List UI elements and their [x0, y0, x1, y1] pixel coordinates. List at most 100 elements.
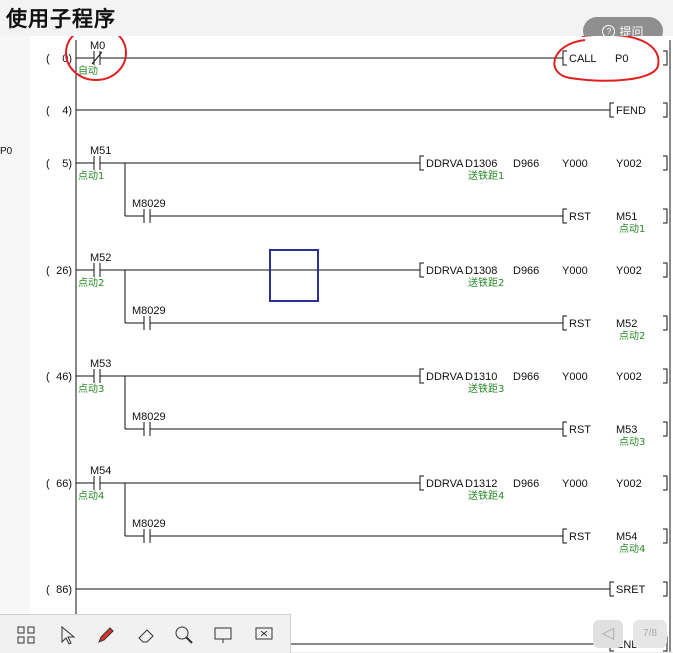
header-bar: 使用子程序 ? 提问 [0, 0, 673, 45]
rung-46-instr-bracket-left [419, 368, 424, 384]
search-icon[interactable] [172, 623, 196, 647]
rung-26-instr-bracket-right [663, 262, 668, 278]
rung-5-instr-operand-2: D966 [513, 158, 539, 170]
rung-26-reset-target-comment: 点动2 [619, 330, 645, 342]
rung-66-instr-operand-4: Y002 [616, 478, 642, 490]
rung-4-step-number: 4) [62, 105, 72, 117]
rung-66-instr-operand-2: D966 [513, 478, 539, 490]
prev-page-button[interactable]: ◁ [593, 620, 623, 648]
presentation-icon[interactable] [252, 623, 276, 647]
rung-26-reset-instr-bracket-right [663, 315, 668, 331]
rung-5-instr-operand-0: DDRVA [426, 158, 464, 170]
rung-86-instr-bracket-left [609, 581, 614, 597]
rung-5-reset-target: M51 [616, 211, 637, 223]
rung-0-instr-op: CALL [569, 53, 597, 65]
rung-4-instr-bracket-left [609, 102, 614, 118]
rung-66-reset-target-comment: 点动4 [619, 543, 645, 555]
rung-5-instr-bracket-left [419, 155, 424, 171]
whiteboard-icon[interactable] [211, 623, 235, 647]
rung-46-instr-operand-1: D1310 [465, 371, 497, 383]
rung-46-instr-operand-0: DDRVA [426, 371, 464, 383]
rung-46-instr-operand-2: D966 [513, 371, 539, 383]
rung-26-instr-operand-3: Y000 [562, 265, 588, 277]
left-panel [0, 36, 30, 652]
rung-66-reset-instr-bracket-right [663, 528, 668, 544]
rung-46-instr-operand-4: Y002 [616, 371, 642, 383]
rung-4-instr-bracket-right [663, 102, 668, 118]
rung-0-contact-label: M0 [90, 40, 105, 52]
rung-46-contact-comment: 点动3 [78, 383, 104, 395]
rung-26-instr-bracket-left [419, 262, 424, 278]
rung-4-instr-op: FEND [616, 105, 646, 117]
rung-5-reset-target-comment: 点动1 [619, 223, 645, 235]
rung-5-instr-bracket-right [663, 155, 668, 171]
rung-46-step-number: 46) [56, 371, 72, 383]
rung-46-instr-bracket-right [663, 368, 668, 384]
pen-icon[interactable] [94, 623, 118, 647]
rung-26-instr-operand-4: Y002 [616, 265, 642, 277]
rung-0-contact-comment: 自动 [78, 64, 98, 77]
rung-5-instr-comment-1: 送铁距1 [468, 169, 504, 182]
next-page-button[interactable]: 7/8 [633, 620, 667, 648]
rung-46-instr-operand-3: Y000 [562, 371, 588, 383]
rung-26-step-number: 26) [56, 265, 72, 277]
rung-26-step-open: ( [46, 265, 50, 277]
left-pointer-label: P0 [0, 146, 13, 157]
page-title: 使用子程序 [6, 7, 116, 31]
rung-66-step-open: ( [46, 478, 50, 490]
rung-66-reset-contact-label: M8029 [132, 518, 166, 530]
rung-26-contact-label: M52 [90, 252, 111, 264]
rung-0-instr-bracket-right [663, 50, 668, 66]
rung-46-reset-contact-label: M8029 [132, 411, 166, 423]
rung-5-reset-instr-bracket-right [663, 208, 668, 224]
rung-66-reset-op: RST [569, 531, 591, 543]
ladder-diagram[interactable]: (0) M0 自动 CALL P0(4) FEND(5) M51 点动1 DDRVA D1306 送… [30, 36, 673, 652]
rung-0-instr-bracket-left [562, 50, 567, 66]
rung-26-reset-contact-label: M8029 [132, 305, 166, 317]
grid-icon[interactable] [14, 623, 38, 647]
rung-26-instr-operand-2: D966 [513, 265, 539, 277]
rung-26-reset-op: RST [569, 318, 591, 330]
rung-66-instr-bracket-right [663, 475, 668, 491]
rung-66-instr-operand-3: Y000 [562, 478, 588, 490]
annotation-selection-box [269, 249, 319, 302]
rung-5-instr-operand-4: Y002 [616, 158, 642, 170]
rung-5-contact-comment: 点动1 [78, 170, 104, 182]
rung-66-contact-label: M54 [90, 465, 111, 477]
rung-5-step-number: 5) [62, 158, 72, 170]
rung-26-instr-operand-0: DDRVA [426, 265, 464, 277]
eraser-icon[interactable] [134, 623, 158, 647]
rung-86-step-number: 86) [56, 584, 72, 596]
rung-66-reset-target: M54 [616, 531, 637, 543]
rung-26-reset-instr-bracket-left [562, 315, 567, 331]
rung-5-instr-operand-1: D1306 [465, 158, 497, 170]
rung-5-reset-contact-label: M8029 [132, 198, 166, 210]
annotation-toolbar [0, 614, 291, 653]
rung-86-step-open: ( [46, 584, 50, 596]
rung-66-reset-instr-bracket-left [562, 528, 567, 544]
rung-26-reset-target: M52 [616, 318, 637, 330]
rung-26-instr-operand-1: D1308 [465, 265, 497, 277]
rung-66-contact-comment: 点动4 [78, 490, 104, 502]
rung-86-instr-bracket-right [663, 581, 668, 597]
rung-66-instr-operand-1: D1312 [465, 478, 497, 490]
rung-66-step-number: 66) [56, 478, 72, 490]
rung-5-step-open: ( [46, 158, 50, 170]
rung-46-reset-target: M53 [616, 424, 637, 436]
rung-5-reset-op: RST [569, 211, 591, 223]
rung-66-instr-bracket-left [419, 475, 424, 491]
rung-86-instr-op: SRET [616, 584, 646, 596]
rung-0-instr-arg: P0 [615, 53, 628, 65]
page-indicator: 7/8 [643, 628, 657, 639]
rung-66-instr-operand-0: DDRVA [426, 478, 464, 490]
rung-26-instr-comment-1: 送铁距2 [468, 276, 504, 289]
rung-46-step-open: ( [46, 371, 50, 383]
rung-46-instr-comment-1: 送铁距3 [468, 382, 504, 395]
rung-66-instr-comment-1: 送铁距4 [468, 489, 504, 502]
rung-5-reset-instr-bracket-left [562, 208, 567, 224]
rung-46-contact-label: M53 [90, 358, 111, 370]
rung-5-instr-operand-3: Y000 [562, 158, 588, 170]
rung-4-step-open: ( [46, 105, 50, 117]
rung-46-reset-target-comment: 点动3 [619, 436, 645, 448]
cursor-icon[interactable] [56, 623, 80, 647]
